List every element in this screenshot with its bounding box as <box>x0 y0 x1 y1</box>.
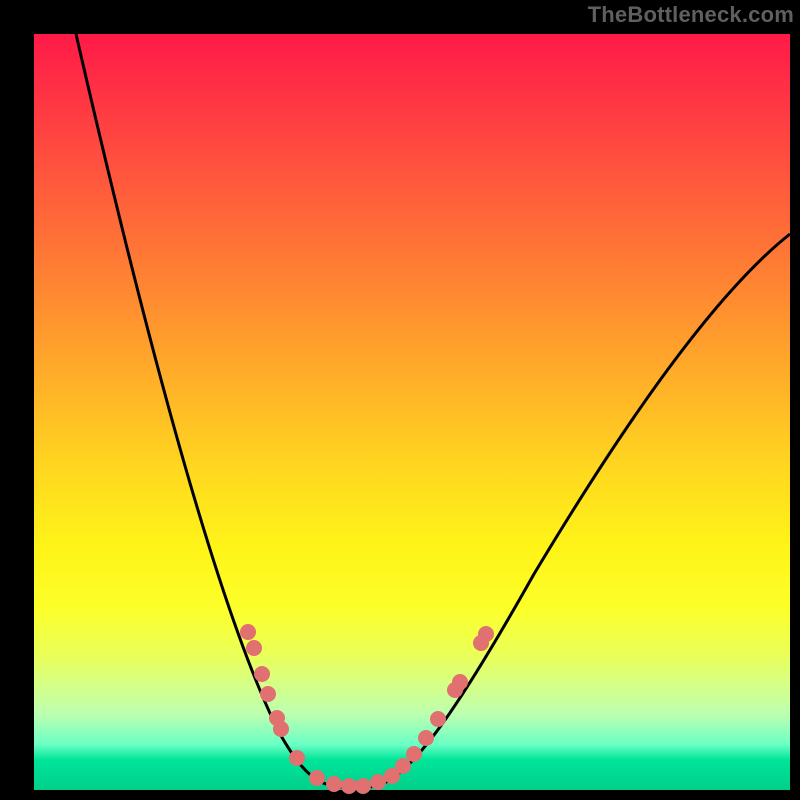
curve-marker <box>370 774 386 790</box>
curve-marker <box>289 750 305 766</box>
curve-marker <box>406 746 422 762</box>
curve-markers <box>240 624 494 794</box>
curve-marker <box>326 776 342 792</box>
curve-marker <box>355 778 371 794</box>
curve-marker <box>240 624 256 640</box>
curve-marker <box>341 778 357 794</box>
curve-marker <box>430 711 446 727</box>
curve-marker <box>260 686 276 702</box>
watermark-text: TheBottleneck.com <box>588 2 794 28</box>
curve-marker <box>309 770 325 786</box>
chart-frame: TheBottleneck.com <box>0 0 800 800</box>
chart-svg <box>34 34 790 790</box>
curve-marker <box>452 674 468 690</box>
curve-marker <box>418 730 434 746</box>
curve-marker <box>478 626 494 642</box>
curve-marker <box>246 640 262 656</box>
curve-marker <box>395 758 411 774</box>
bottleneck-curve <box>76 34 790 789</box>
curve-marker <box>273 721 289 737</box>
curve-marker <box>254 666 270 682</box>
